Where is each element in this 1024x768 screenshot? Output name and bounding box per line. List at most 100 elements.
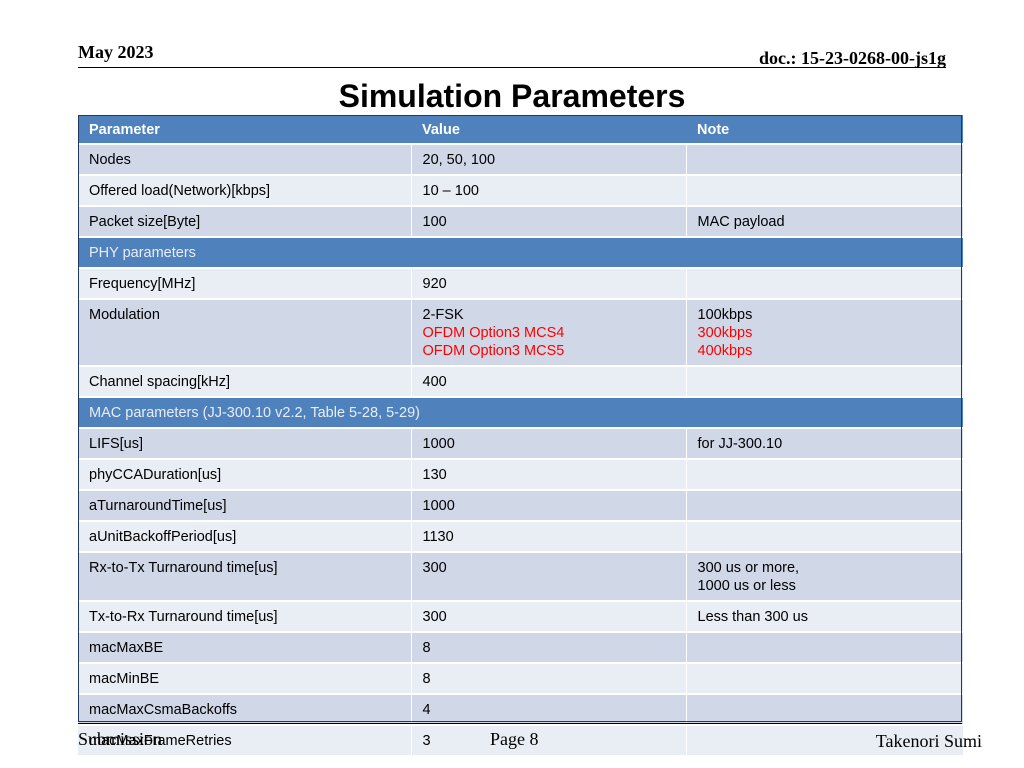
cell-parameter: aTurnaroundTime[us] xyxy=(78,489,411,521)
cell-text: Offered load(Network)[kbps] xyxy=(89,183,271,199)
cell-text: Channel spacing[kHz] xyxy=(89,374,231,390)
column-header-value: Value xyxy=(411,115,686,144)
cell-text: 130 xyxy=(422,467,447,483)
table-row: Nodes 20, 50, 100 xyxy=(78,143,963,175)
cell-note xyxy=(685,631,963,663)
cell-value: 20, 50, 100 xyxy=(410,143,686,175)
cell-text: 1130 xyxy=(422,529,454,545)
cell-text: 300kbps xyxy=(697,325,753,341)
table-row: aTurnaroundTime[us] 1000 xyxy=(78,489,963,521)
cell-parameter: Offered load(Network)[kbps] xyxy=(78,174,411,206)
cell-text: LIFS[us] xyxy=(89,436,143,452)
cell-note xyxy=(685,693,963,725)
header-divider xyxy=(78,67,946,68)
cell-text: aUnitBackoffPeriod[us] xyxy=(89,529,237,545)
cell-parameter: Modulation xyxy=(78,298,411,366)
cell-value: 1000 xyxy=(410,427,686,459)
cell-value: 300 xyxy=(410,551,686,601)
footer-author: Takenori Sumi xyxy=(875,731,982,751)
table-row: Rx-to-Tx Turnaround time[us] 300 300 us or… xyxy=(78,551,963,601)
slide-title: Simulation Parameters xyxy=(338,78,686,114)
cell-value: 10 – 100 xyxy=(410,174,686,206)
cell-value: 1000 xyxy=(410,489,686,521)
cell-note: 100kbps 300kbps 400kbps xyxy=(685,298,963,366)
cell-text: Tx-to-Rx Turnaround time[us] xyxy=(89,609,278,625)
cell-text: 4 xyxy=(422,702,431,718)
cell-value: 130 xyxy=(410,458,686,490)
cell-note xyxy=(685,662,963,694)
cell-value: 2-FSK OFDM Option3 MCS4 OFDM Option3 MCS5 xyxy=(410,298,686,366)
cell-text: for JJ-300.10 xyxy=(697,436,783,452)
section-label: PHY parameters xyxy=(78,236,963,268)
cell-value: 100 xyxy=(410,205,686,237)
table-row: macMaxCsmaBackoffs 4 xyxy=(78,693,963,725)
cell-note xyxy=(685,143,963,175)
cell-text: aTurnaroundTime[us] xyxy=(89,498,227,514)
cell-note xyxy=(685,267,963,299)
cell-parameter: Channel spacing[kHz] xyxy=(78,365,411,397)
cell-text: Nodes xyxy=(89,152,131,168)
column-header-parameter: Parameter xyxy=(78,115,411,144)
cell-note: Less than 300 us xyxy=(685,600,963,632)
cell-parameter: macMinBE xyxy=(78,662,411,694)
cell-parameter: Frequency[MHz] xyxy=(78,267,411,299)
parameters-table-container: Parameter Value Note Nodes 20, 50, 100 Off… xyxy=(78,115,963,755)
cell-text: 100 xyxy=(422,214,447,230)
table-row: Packet size[Byte] 100 MAC payload xyxy=(78,205,963,237)
cell-text: 300 xyxy=(422,560,447,576)
cell-note: MAC payload xyxy=(685,205,963,237)
cell-text: OFDM Option3 MCS5 xyxy=(422,343,565,359)
cell-text: OFDM Option3 MCS4 xyxy=(422,325,565,341)
cell-text: macMaxBE xyxy=(89,640,164,656)
column-header-note: Note xyxy=(686,115,963,144)
cell-value: 1130 xyxy=(410,520,686,552)
cell-text: 8 xyxy=(422,640,431,656)
cell-note xyxy=(685,520,963,552)
cell-value: 920 xyxy=(410,267,686,299)
footer-divider xyxy=(78,723,962,724)
table-row: macMaxBE 8 xyxy=(78,631,963,663)
table-row: aUnitBackoffPeriod[us] 1130 xyxy=(78,520,963,552)
table-row: macMinBE 8 xyxy=(78,662,963,694)
table-section-row: MAC parameters (JJ-300.10 v2.2, Table 5-… xyxy=(78,396,963,428)
table-row: Offered load(Network)[kbps] 10 – 100 xyxy=(78,174,963,206)
footer-submission: Submission xyxy=(78,729,163,749)
table-section-row: PHY parameters xyxy=(78,236,963,268)
cell-text: 400 xyxy=(422,374,447,390)
section-label: MAC parameters (JJ-300.10 v2.2, Table 5-… xyxy=(78,396,963,428)
table-body: Nodes 20, 50, 100 Offered load(Network)[kb… xyxy=(78,143,963,755)
cell-value: 8 xyxy=(410,631,686,663)
table-row: Modulation 2-FSK OFDM Option3 MCS4 OFDM Opt… xyxy=(78,298,963,366)
cell-text: MAC payload xyxy=(697,214,785,230)
cell-value: 300 xyxy=(410,600,686,632)
table-header-row: Parameter Value Note xyxy=(78,115,963,144)
table-row: LIFS[us] 1000 for JJ-300.10 xyxy=(78,427,963,459)
cell-text: 8 xyxy=(422,671,431,687)
cell-parameter: macMaxBE xyxy=(78,631,411,663)
cell-text: 20, 50, 100 xyxy=(422,152,496,168)
cell-note xyxy=(685,174,963,206)
cell-text: 1000 xyxy=(422,498,455,514)
cell-text: 100kbps xyxy=(697,307,753,323)
cell-parameter: Rx-to-Tx Turnaround time[us] xyxy=(78,551,411,601)
cell-text: Rx-to-Tx Turnaround time[us] xyxy=(89,560,278,576)
cell-text: 300 us or more, xyxy=(697,560,800,576)
cell-text: 300 xyxy=(422,609,447,625)
cell-note xyxy=(685,458,963,490)
cell-text: 1000 us or less xyxy=(697,578,796,594)
parameters-table: Parameter Value Note Nodes 20, 50, 100 Off… xyxy=(78,115,963,755)
table-row: Tx-to-Rx Turnaround time[us] 300 Less than… xyxy=(78,600,963,632)
cell-parameter: phyCCADuration[us] xyxy=(78,458,411,490)
cell-text: Modulation xyxy=(89,307,160,323)
header-date: May 2023 xyxy=(78,42,154,62)
table-row: Channel spacing[kHz] 400 xyxy=(78,365,963,397)
cell-text: 400kbps xyxy=(697,343,753,359)
cell-text: 3 xyxy=(422,733,431,749)
cell-parameter: Nodes xyxy=(78,143,411,175)
cell-value: 8 xyxy=(410,662,686,694)
cell-note xyxy=(685,365,963,397)
cell-note xyxy=(685,489,963,521)
table-row: phyCCADuration[us] 130 xyxy=(78,458,963,490)
cell-parameter: aUnitBackoffPeriod[us] xyxy=(78,520,411,552)
cell-text: Frequency[MHz] xyxy=(89,276,196,292)
